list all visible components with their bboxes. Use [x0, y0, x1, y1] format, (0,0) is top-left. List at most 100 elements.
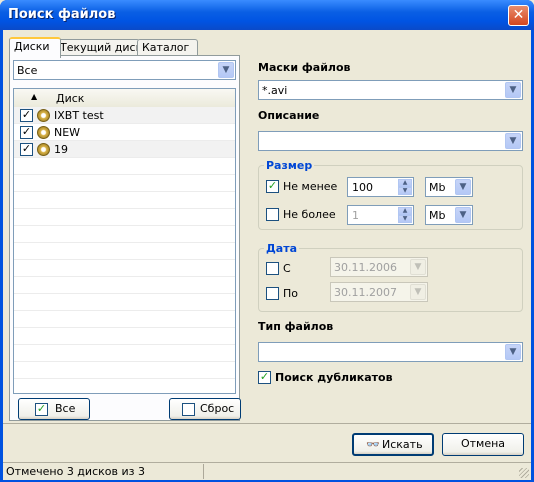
disk-name: 19 [54, 143, 68, 156]
spin-up-icon[interactable]: ▲ [398, 207, 412, 215]
empty-row [14, 175, 235, 192]
empty-row [14, 260, 235, 277]
date-from-picker[interactable]: 30.11.2006 ▼ [330, 257, 428, 277]
column-header-label: Диск [56, 92, 85, 105]
close-icon[interactable]: ✕ [508, 5, 529, 26]
disk-column-header[interactable]: ▲ Диск [14, 89, 235, 108]
checkbox-checked-icon: ✓ [258, 370, 271, 384]
date-from-label: С [283, 262, 291, 275]
select-all-button[interactable]: ✓ Все [18, 398, 90, 420]
chevron-down-icon[interactable]: ▼ [505, 133, 521, 149]
checkbox-checked-icon: ✓ [266, 179, 279, 193]
size-group-legend: Размер [264, 159, 315, 172]
size-max-value: 1 [352, 209, 359, 222]
disk-filter-value: Все [17, 64, 38, 77]
size-max-stepper[interactable]: 1 ▲ ▼ [347, 205, 414, 225]
search-button-label: Искать [382, 438, 423, 451]
size-max-unit-select[interactable]: Mb ▼ [425, 205, 473, 225]
list-item[interactable]: ✓ 19 [14, 141, 235, 158]
checkbox-empty-icon [182, 403, 195, 416]
size-min-stepper[interactable]: 100 ▲ ▼ [347, 177, 414, 197]
search-button[interactable]: 👓 Искать [352, 433, 434, 456]
date-to-label: По [283, 287, 299, 300]
masks-label: Маски файлов [258, 61, 351, 74]
dialog-window: Поиск файлов ✕ Диски Текущий диск Катало… [0, 0, 534, 482]
size-min-unit-select[interactable]: Mb ▼ [425, 177, 473, 197]
checkbox-empty-icon [266, 287, 279, 300]
checkbox-empty-icon [266, 208, 279, 221]
empty-row [14, 158, 235, 175]
disk-icon [37, 143, 50, 156]
window-title: Поиск файлов [8, 7, 116, 22]
reset-label: Сброс [200, 402, 235, 415]
disk-checkbox[interactable]: ✓ [20, 109, 33, 122]
spin-down-icon[interactable]: ▼ [398, 215, 412, 223]
spin-up-icon[interactable]: ▲ [398, 179, 412, 187]
select-all-label: Все [55, 402, 76, 415]
size-min-label: Не менее [283, 180, 338, 193]
empty-row [14, 345, 235, 362]
checkbox-empty-icon [266, 262, 279, 275]
masks-value: *.avi [262, 84, 288, 97]
empty-row [14, 362, 235, 379]
disk-icon [37, 109, 50, 122]
empty-row [14, 311, 235, 328]
divider [3, 423, 531, 424]
disk-name: NEW [54, 126, 81, 139]
empty-row [14, 209, 235, 226]
list-item[interactable]: ✓ NEW [14, 124, 235, 141]
empty-row [14, 328, 235, 345]
description-label: Описание [258, 109, 320, 122]
tab-disks[interactable]: Диски [9, 37, 61, 58]
empty-row [14, 192, 235, 209]
disk-filter-select[interactable]: Все ▼ [13, 60, 236, 80]
dialog-client: Диски Текущий диск Каталог Все ▼ ▲ Диск … [3, 30, 531, 480]
date-from-value: 30.11.2006 [334, 261, 397, 274]
disk-list[interactable]: ▲ Диск ✓ IXBT test ✓ NEW ✓ 19 [13, 88, 236, 394]
status-text: Отмечено 3 дисков из 3 [6, 465, 145, 478]
chevron-down-icon[interactable]: ▼ [410, 284, 426, 300]
check-icon: ✓ [35, 402, 48, 416]
disk-name: IXBT test [54, 109, 104, 122]
file-type-label: Тип файлов [258, 320, 334, 333]
chevron-down-icon[interactable]: ▼ [410, 259, 426, 275]
title-bar[interactable]: Поиск файлов ✕ [0, 0, 534, 30]
binoculars-icon: 👓 [366, 438, 380, 451]
chevron-down-icon[interactable]: ▼ [455, 207, 471, 223]
disk-icon [37, 126, 50, 139]
empty-row [14, 379, 235, 393]
empty-row [14, 294, 235, 311]
resize-grip-icon[interactable] [519, 468, 529, 478]
empty-row [14, 226, 235, 243]
spin-down-icon[interactable]: ▼ [398, 187, 412, 195]
tab-catalog[interactable]: Каталог [137, 39, 198, 56]
chevron-down-icon[interactable]: ▼ [455, 179, 471, 195]
date-to-value: 30.11.2007 [334, 286, 397, 299]
disk-checkbox[interactable]: ✓ [20, 143, 33, 156]
reset-button[interactable]: Сброс [169, 398, 241, 420]
masks-combo[interactable]: *.avi ▼ [258, 80, 523, 100]
size-max-unit: Mb [429, 209, 446, 222]
disk-checkbox[interactable]: ✓ [20, 126, 33, 139]
tab-panel-disks: Все ▼ ▲ Диск ✓ IXBT test ✓ NEW ✓ 19 ✓ Вс… [9, 55, 241, 421]
date-to-picker[interactable]: 30.11.2007 ▼ [330, 282, 428, 302]
empty-row [14, 243, 235, 260]
list-item[interactable]: ✓ IXBT test [14, 107, 235, 124]
date-group-legend: Дата [264, 242, 300, 255]
size-min-unit: Mb [429, 181, 446, 194]
chevron-down-icon[interactable]: ▼ [505, 344, 521, 360]
size-min-value: 100 [352, 181, 373, 194]
description-combo[interactable]: ▼ [258, 131, 523, 151]
tab-label: Каталог [142, 41, 190, 54]
status-bar: Отмечено 3 дисков из 3 [3, 462, 531, 480]
file-type-combo[interactable]: ▼ [258, 342, 523, 362]
duplicates-label: Поиск дубликатов [275, 371, 393, 384]
chevron-down-icon[interactable]: ▼ [218, 62, 234, 78]
tab-current-disk[interactable]: Текущий диск [55, 39, 143, 56]
sort-up-icon: ▲ [31, 92, 38, 101]
chevron-down-icon[interactable]: ▼ [505, 82, 521, 98]
tab-label: Текущий диск [60, 41, 143, 54]
tab-label: Диски [14, 40, 50, 53]
status-separator [203, 464, 204, 479]
cancel-button[interactable]: Отмена [442, 433, 524, 456]
